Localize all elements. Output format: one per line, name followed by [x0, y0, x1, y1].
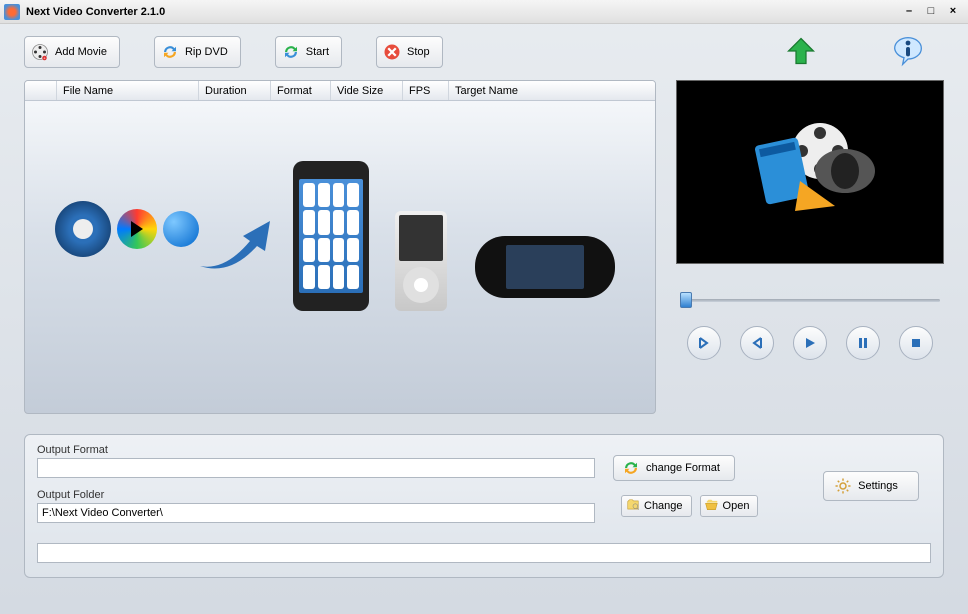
- phone-device-icon: [293, 161, 369, 311]
- change-folder-button[interactable]: Change: [621, 495, 692, 517]
- start-label: Start: [306, 46, 329, 58]
- stop-button[interactable]: Stop: [376, 36, 443, 68]
- disc-icon: [55, 201, 111, 257]
- open-folder-button[interactable]: Open: [700, 495, 759, 517]
- preview-box: [676, 80, 944, 264]
- titlebar: Next Video Converter 2.1.0 – □ ×: [0, 0, 968, 24]
- minimize-button[interactable]: –: [902, 5, 916, 19]
- change-label: Change: [644, 500, 683, 512]
- list-header: File Name Duration Format Vide Size FPS …: [25, 81, 655, 101]
- mark-out-button[interactable]: [740, 326, 774, 360]
- info-bubble-icon: [892, 35, 924, 67]
- progress-bar: [37, 543, 931, 563]
- play-orb-icon: [117, 209, 157, 249]
- search-folder-icon: [626, 498, 640, 515]
- start-icon: [282, 43, 300, 61]
- player-controls: [676, 318, 944, 368]
- film-reel-icon: +: [31, 43, 49, 61]
- settings-button[interactable]: Settings: [823, 471, 919, 501]
- output-folder-input[interactable]: [37, 503, 595, 523]
- rip-dvd-button[interactable]: Rip DVD: [154, 36, 241, 68]
- open-folder-icon: [705, 498, 719, 515]
- window-title: Next Video Converter 2.1.0: [26, 6, 902, 18]
- mark-in-button[interactable]: [687, 326, 721, 360]
- arrow-up-icon: [784, 36, 818, 66]
- upgrade-button[interactable]: [764, 36, 838, 69]
- col-format[interactable]: Format: [271, 81, 331, 100]
- add-movie-label: Add Movie: [55, 46, 107, 58]
- globe-icon: [163, 211, 199, 247]
- col-fps[interactable]: FPS: [403, 81, 449, 100]
- start-button[interactable]: Start: [275, 36, 342, 68]
- add-movie-button[interactable]: + Add Movie: [24, 36, 120, 68]
- placeholder-artwork: [25, 101, 655, 411]
- change-format-label: change Format: [646, 462, 720, 474]
- output-format-label: Output Format: [37, 444, 595, 456]
- rip-dvd-label: Rip DVD: [185, 46, 228, 58]
- pause-button[interactable]: [846, 326, 880, 360]
- seek-slider[interactable]: [680, 292, 940, 308]
- col-filename[interactable]: File Name: [57, 81, 199, 100]
- col-videosize[interactable]: Vide Size: [331, 81, 403, 100]
- open-label: Open: [723, 500, 750, 512]
- toolbar: + Add Movie Rip DVD Start Stop: [0, 24, 968, 80]
- stop-playback-button[interactable]: [899, 326, 933, 360]
- info-button[interactable]: [872, 35, 944, 70]
- stop-label: Stop: [407, 46, 430, 58]
- ipod-device-icon: [395, 211, 447, 311]
- swap-icon: [622, 459, 640, 477]
- close-button[interactable]: ×: [946, 5, 960, 19]
- maximize-button[interactable]: □: [924, 5, 938, 19]
- refresh-icon: [161, 43, 179, 61]
- arrow-icon: [195, 216, 285, 279]
- seek-thumb[interactable]: [680, 292, 692, 308]
- svg-text:+: +: [43, 57, 45, 61]
- play-button[interactable]: [793, 326, 827, 360]
- preview-panel: [676, 80, 944, 414]
- stop-icon: [383, 43, 401, 61]
- app-icon: [4, 4, 20, 20]
- change-format-button[interactable]: change Format: [613, 455, 735, 481]
- output-panel: Output Format change Format Settings Out…: [24, 434, 944, 578]
- file-list-panel: File Name Duration Format Vide Size FPS …: [24, 80, 656, 414]
- preview-artwork-icon: [740, 111, 880, 234]
- col-target[interactable]: Target Name: [449, 81, 655, 100]
- output-folder-label: Output Folder: [37, 489, 595, 501]
- output-format-input[interactable]: [37, 458, 595, 478]
- col-checkbox[interactable]: [25, 81, 57, 100]
- settings-label: Settings: [858, 480, 898, 492]
- gear-icon: [834, 477, 852, 495]
- col-duration[interactable]: Duration: [199, 81, 271, 100]
- psp-device-icon: [475, 236, 615, 298]
